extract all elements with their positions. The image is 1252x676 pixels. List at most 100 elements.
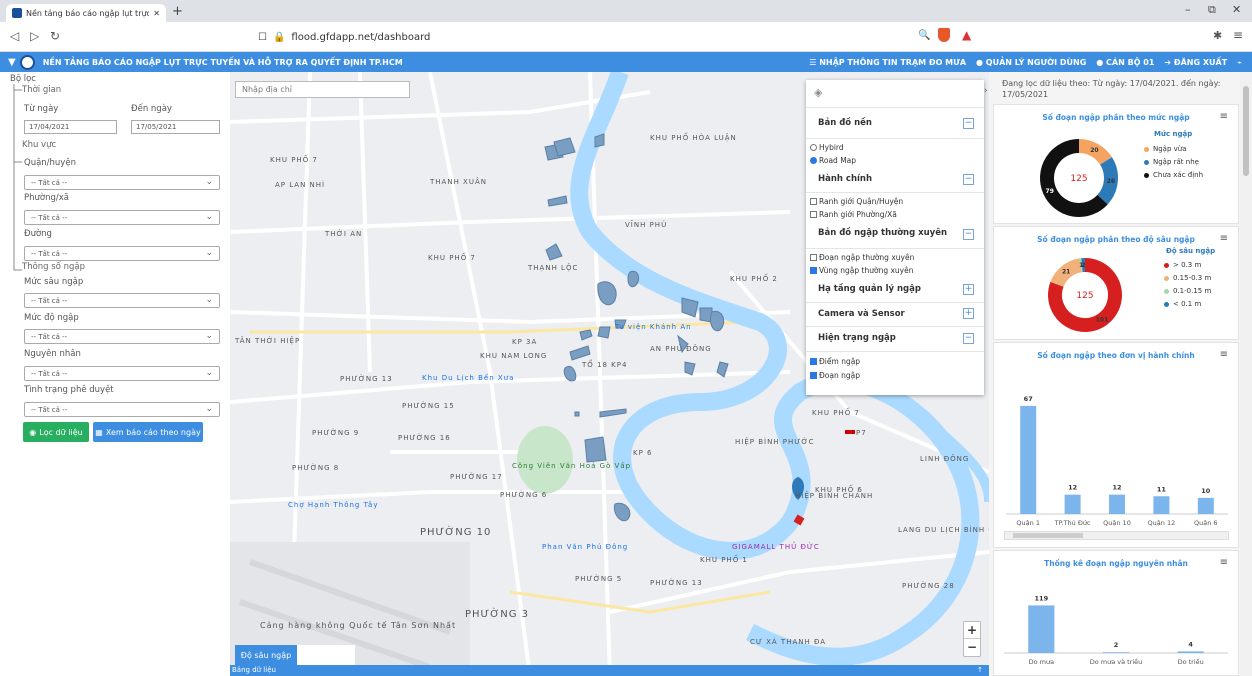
legend-title: Độ sâu ngập: [1166, 247, 1216, 255]
radio-checked-icon: [810, 157, 817, 164]
layer-panel: ◈ › Bản đồ nền − Hybird Road Map Hành ch…: [806, 80, 988, 395]
nav-user-management[interactable]: ● QUẢN LÝ NGƯỜI DÙNG: [976, 58, 1086, 67]
new-tab-button[interactable]: +: [172, 4, 183, 19]
bar[interactable]: [1197, 497, 1214, 514]
legend-dot-icon: [1144, 159, 1149, 165]
frequent-seg-option[interactable]: Đoạn ngập thường xuyên: [810, 253, 914, 262]
chart-menu-icon[interactable]: ≡: [1220, 111, 1228, 122]
data-table-tab[interactable]: Bảng dữ liệu ↑: [230, 665, 989, 676]
cause-select[interactable]: -- Tất cả -- ⌄: [24, 366, 220, 381]
level-select[interactable]: -- Tất cả -- ⌄: [24, 329, 220, 344]
current-collapse-button[interactable]: −: [963, 333, 974, 344]
back-icon[interactable]: ◁: [10, 29, 19, 43]
basemap-collapse-button[interactable]: −: [963, 118, 974, 129]
legend-item[interactable]: 0.15-0.3 m: [1164, 274, 1211, 282]
browser-tab[interactable]: Nền tảng báo cáo ngập lụt trực t… ✕: [6, 4, 166, 22]
chart-menu-icon[interactable]: ≡: [1220, 349, 1228, 360]
street-select[interactable]: -- Tất cả -- ⌄: [24, 246, 220, 261]
menu-icon[interactable]: ≡: [1233, 28, 1243, 42]
close-window-button[interactable]: ✕: [1232, 3, 1241, 16]
collapse-panel-icon[interactable]: ›: [984, 86, 988, 96]
points-option[interactable]: Điểm ngập: [810, 357, 860, 366]
page-scrollbar[interactable]: [1240, 72, 1252, 676]
from-date-input[interactable]: 17/04/2021: [24, 120, 117, 134]
nav-logout[interactable]: ➔ ĐĂNG XUẤT: [1164, 58, 1227, 67]
extensions-icon[interactable]: ✱: [1213, 29, 1222, 42]
district-value: -- Tất cả --: [31, 179, 68, 187]
bar[interactable]: [1064, 494, 1081, 514]
bookmark-icon[interactable]: ☐: [258, 32, 267, 43]
segments-option[interactable]: Đoạn ngập: [810, 371, 860, 380]
bar[interactable]: [1109, 494, 1125, 514]
map-place-label: THỚI AN: [324, 229, 362, 238]
roadmap-option[interactable]: Road Map: [810, 156, 856, 165]
map-place-label: LINH ĐÔNG: [920, 454, 969, 463]
district-select[interactable]: -- Tất cả -- ⌄: [24, 175, 220, 190]
category-label: Quận 1: [1016, 519, 1040, 527]
frequent-area-option[interactable]: Vùng ngập thường xuyên: [810, 266, 913, 275]
legend-item[interactable]: > 0.3 m: [1164, 261, 1201, 269]
bar[interactable]: [1028, 605, 1055, 653]
chart-menu-icon[interactable]: ≡: [1220, 557, 1228, 568]
frequent-collapse-button[interactable]: −: [963, 229, 974, 240]
map-place-label: LANG DU LỊCH BÌNH QUỚI: [898, 525, 989, 534]
chevron-down-icon: ⌄: [205, 331, 213, 341]
zoom-icon[interactable]: 🔍: [918, 30, 930, 41]
depth-legend-tab[interactable]: Độ sâu ngập: [235, 645, 297, 665]
forward-icon[interactable]: ▷: [30, 29, 39, 43]
category-label: Do mưa: [1029, 658, 1054, 666]
bar-chart-cause: 119 Do mưa 2 Do mưa và triều 4 Do triều: [1004, 594, 1228, 666]
cause-label: Nguyên nhân: [24, 349, 81, 359]
zoom-in-button[interactable]: +: [964, 622, 980, 639]
chart-toggle-icon[interactable]: ⌁: [1237, 58, 1242, 67]
tab-close-icon[interactable]: ✕: [153, 9, 160, 18]
layer-separator: [806, 138, 984, 139]
bar-value-label: 67: [1024, 395, 1033, 403]
nav-rain-station[interactable]: ☰ NHẬP THÔNG TIN TRẠM ĐO MƯA: [809, 58, 966, 67]
rewards-icon[interactable]: ▲: [962, 28, 971, 42]
filter-toggle-icon[interactable]: ▼: [8, 57, 16, 68]
chart-menu-icon[interactable]: ≡: [1220, 233, 1228, 244]
legend-item[interactable]: < 0.1 m: [1164, 300, 1201, 308]
daily-report-button[interactable]: ▦ Xem báo cáo theo ngày: [93, 422, 203, 442]
infra-expand-button[interactable]: +: [963, 284, 974, 295]
bar[interactable]: [1020, 405, 1037, 514]
approval-select[interactable]: -- Tất cả -- ⌄: [24, 402, 220, 417]
legend-item[interactable]: 0.1-0.15 m: [1164, 287, 1211, 295]
address-search-input[interactable]: Nhập địa chỉ: [235, 81, 410, 98]
url-field[interactable]: ☐ 🔒 flood.gfdapp.net/dashboard: [258, 25, 988, 49]
filter-title: Bộ lọc: [10, 74, 36, 84]
page-scroll-thumb[interactable]: [1243, 86, 1249, 176]
chart-scrollbar[interactable]: [1004, 531, 1229, 540]
brave-shield-icon[interactable]: [938, 28, 950, 42]
minimize-button[interactable]: –: [1185, 3, 1191, 16]
bar[interactable]: [1153, 496, 1170, 514]
bar[interactable]: [1102, 652, 1130, 653]
admin-collapse-button[interactable]: −: [963, 174, 974, 185]
nav-user[interactable]: ● CÁN BỘ 01: [1096, 58, 1154, 67]
expand-up-icon[interactable]: ↑: [977, 665, 983, 676]
maximize-button[interactable]: ⧉: [1208, 3, 1216, 17]
legend-item[interactable]: Ngập rất nhẹ: [1144, 158, 1199, 166]
frequent-area-label: Vùng ngập thường xuyên: [819, 266, 914, 275]
bar-value-label: 10: [1201, 487, 1211, 495]
ward-select[interactable]: -- Tất cả -- ⌄: [24, 210, 220, 225]
district-border-option[interactable]: Ranh giới Quận/Huyện: [810, 197, 903, 206]
map-place-label: PHƯỜNG 17: [450, 472, 503, 481]
depth-select[interactable]: -- Tất cả -- ⌄: [24, 293, 220, 308]
legend-item[interactable]: Ngập vừa: [1144, 145, 1187, 153]
chart-scroll-thumb[interactable]: [1013, 533, 1083, 538]
hybrid-option[interactable]: Hybird: [810, 143, 844, 152]
legend-label: Ngập rất nhẹ: [1153, 158, 1199, 166]
filter-data-button[interactable]: ◉ Lọc dữ liệu: [23, 422, 89, 442]
camera-expand-button[interactable]: +: [963, 308, 974, 319]
bar[interactable]: [1177, 651, 1204, 653]
ward-border-option[interactable]: Ranh giới Phường/Xã: [810, 210, 897, 219]
legend-item[interactable]: Chưa xác định: [1144, 171, 1203, 179]
map-place-label: PHƯỜNG 5: [575, 574, 622, 583]
reload-icon[interactable]: ↻: [50, 29, 60, 43]
chevron-down-icon: ⌄: [205, 295, 213, 305]
to-date-input[interactable]: 17/05/2021: [131, 120, 220, 134]
basemap-heading: Bản đồ nền: [818, 118, 872, 128]
zoom-out-button[interactable]: −: [964, 639, 980, 656]
